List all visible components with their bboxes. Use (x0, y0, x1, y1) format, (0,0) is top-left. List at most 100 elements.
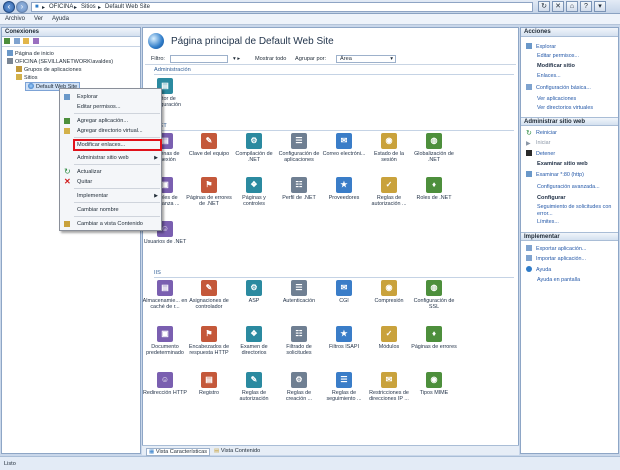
feature-iis-9[interactable]: ❖ Examen de directorios (231, 326, 277, 357)
action-export-app[interactable]: Exportar aplicación... (526, 245, 586, 252)
feature-iis-15[interactable]: ▤ Registro (186, 372, 232, 396)
menu-item-agregar-directorio[interactable]: Agregar directorio virtual... (60, 126, 161, 136)
feature-label: Filtros ISAPI (329, 344, 359, 350)
home-icon[interactable]: ⌂ (566, 1, 578, 12)
show-all-button[interactable]: Mostrar todo (255, 56, 286, 62)
tree-item-server[interactable]: OFICINA (SEVILLANETWORK\avaldes) (7, 58, 113, 65)
section-iis: IIS (154, 270, 161, 276)
tree-item-sites[interactable]: Sitios (16, 74, 37, 81)
feature-net-1[interactable]: ✎ Clave del equipo (186, 133, 232, 157)
menu-item-administrar-sitio[interactable]: Administrar sitio web ▶ (60, 153, 161, 163)
address-bar[interactable]: ■ ▸ OFICINA ▸ Sitios ▸ Default Web Site (31, 2, 533, 12)
feature-iis-2[interactable]: ⚙ ASP (231, 280, 277, 304)
feature-net-8[interactable]: ⚑ Páginas de errores de .NET (186, 177, 232, 208)
filter-input[interactable] (170, 55, 228, 63)
action-stop[interactable]: Detener (526, 150, 555, 157)
menu-ver[interactable]: Ver (34, 16, 43, 22)
disconnect-icon[interactable] (33, 38, 40, 44)
breadcrumb-sitios[interactable]: Sitios (81, 4, 96, 10)
feature-net-4[interactable]: ✉ Correo electróni... (321, 133, 367, 157)
menu-item-quitar[interactable]: ✕ Quitar (60, 177, 161, 187)
action-advanced-settings[interactable]: Configuración avanzada... (537, 184, 600, 190)
save-icon[interactable] (13, 38, 20, 44)
feature-net-3[interactable]: ☰ Configuración de aplicaciones (276, 133, 322, 164)
action-view-applications[interactable]: Ver aplicaciones (537, 96, 576, 102)
action-failed-request-tracing[interactable]: Seguimiento de solicitudes con error... (537, 204, 615, 217)
feature-iis-19[interactable]: ✉ Restricciones de direcciones IP ... (366, 372, 412, 403)
feature-iis-12[interactable]: ✓ Módulos (366, 326, 412, 350)
tab-content-view[interactable]: ▤ Vista Contenido (214, 448, 260, 454)
feature-iis-3[interactable]: ☰ Autenticación (276, 280, 322, 304)
feature-net-2[interactable]: ⚙ Compilación de .NET (231, 133, 277, 164)
action-import-app[interactable]: Importar aplicación... (526, 255, 586, 262)
menu-item-cambiar-nombre[interactable]: Cambiar nombre (60, 205, 161, 215)
feature-iis-17[interactable]: ⚙ Reglas de creación ... (276, 372, 322, 403)
action-help[interactable]: Ayuda (526, 266, 551, 273)
menu-ayuda[interactable]: Ayuda (52, 16, 69, 22)
tab-features-view[interactable]: ▦ Vista Características (146, 448, 211, 456)
action-basic-settings[interactable]: Configuración básica... (526, 84, 591, 91)
back-button[interactable]: ‹ (3, 1, 15, 13)
go-icon[interactable]: ▾ ▸ (233, 56, 240, 62)
feature-iis-10[interactable]: ☷ Filtrado de solicitudes (276, 326, 322, 357)
feature-iis-11[interactable]: ★ Filtros ISAPI (321, 326, 367, 350)
menu-item-editar-permisos[interactable]: Editar permisos... (60, 102, 161, 112)
feature-iis-18[interactable]: ☰ Reglas de seguimiento ... (321, 372, 367, 403)
feature-net-10[interactable]: ☷ Perfil de .NET (276, 177, 322, 201)
feature-label: Estado de la sesión (374, 151, 404, 164)
tree-item-start[interactable]: Página de inicio (7, 50, 54, 57)
menu-separator (74, 164, 160, 165)
feature-iis-5[interactable]: ◉ Compresión (366, 280, 412, 304)
feature-iis-1[interactable]: ✎ Asignaciones de controlador (186, 280, 232, 311)
menu-item-vista-contenido[interactable]: Cambiar a vista Contenido (60, 219, 161, 229)
feature-iis-7[interactable]: ▣ Documento predeterminado (142, 326, 188, 357)
feature-iis-8[interactable]: ⚑ Encabezados de respuesta HTTP (186, 326, 232, 357)
feature-iis-0[interactable]: ▤ Almacenamie... en caché de r... (142, 280, 188, 311)
action-view-virtual-dirs[interactable]: Ver directorios virtuales (537, 105, 593, 111)
menu-item-actualizar[interactable]: ↻ Actualizar (60, 167, 161, 177)
action-edit-permissions[interactable]: Editar permisos... (537, 53, 579, 59)
tree-item-app-pools[interactable]: Grupos de aplicaciones (16, 66, 81, 73)
feature-net-9[interactable]: ❖ Páginas y controles (231, 177, 277, 208)
connections-toolbar (2, 37, 140, 47)
feature-net-12[interactable]: ✓ Reglas de autorización ... (366, 177, 412, 208)
menu-item-explorar[interactable]: Explorar (60, 92, 161, 102)
action-start[interactable]: ▶ Iniciar (526, 140, 550, 147)
menu-item-agregar-aplicacion[interactable]: Agregar aplicación... (60, 116, 161, 126)
stop-icon[interactable]: ✕ (552, 1, 564, 12)
content-view-icon: ▤ (214, 448, 220, 454)
forward-button[interactable]: › (16, 1, 28, 13)
action-restart[interactable]: ↻ Reiniciar (526, 130, 557, 137)
feature-icon: ⚑ (201, 177, 217, 193)
feature-net-11[interactable]: ★ Proveedores (321, 177, 367, 201)
connect-icon[interactable] (4, 38, 10, 44)
feature-iis-6[interactable]: ◍ Configuración de SSL (411, 280, 457, 311)
menu-item-implementar[interactable]: Implementar ▶ (60, 191, 161, 201)
options-icon[interactable]: ▾ (594, 1, 606, 12)
feature-label: ASP (248, 298, 260, 304)
group-select[interactable]: Área ▾ (336, 55, 396, 63)
breadcrumb-oficina[interactable]: OFICINA (49, 4, 73, 10)
action-bindings[interactable]: Enlaces... (537, 73, 561, 79)
action-limits[interactable]: Límites... (537, 219, 559, 225)
action-online-help[interactable]: Ayuda en pantalla (537, 277, 580, 283)
feature-net-13[interactable]: ♦ Roles de .NET (411, 177, 457, 201)
feature-label: Compresión (374, 298, 404, 304)
feature-icon: ❖ (246, 177, 262, 193)
action-browse-http[interactable]: Examinar *:80 (http) (526, 171, 584, 178)
feature-net-5[interactable]: ◉ Estado de la sesión (366, 133, 412, 164)
feature-iis-16[interactable]: ✎ Reglas de autorización (231, 372, 277, 403)
help-icon[interactable]: ? (580, 1, 592, 12)
action-explore[interactable]: Explorar (526, 43, 556, 50)
feature-iis-13[interactable]: ♦ Páginas de errores (411, 326, 457, 350)
menu-archivo[interactable]: Archivo (5, 16, 25, 22)
feature-iis-14[interactable]: ☺ Redirección HTTP (142, 372, 188, 396)
deploy-section[interactable]: Implementar (521, 232, 618, 241)
manage-site-section[interactable]: Administrar sitio web (521, 117, 618, 126)
breadcrumb-site[interactable]: Default Web Site (105, 4, 150, 10)
refresh-icon[interactable]: ↻ (538, 1, 550, 12)
folder-icon[interactable] (23, 38, 30, 44)
feature-iis-4[interactable]: ✉ CGI (321, 280, 367, 304)
feature-iis-20[interactable]: ◉ Tipos MIME (411, 372, 457, 396)
feature-net-6[interactable]: ◍ Globalización de .NET (411, 133, 457, 164)
